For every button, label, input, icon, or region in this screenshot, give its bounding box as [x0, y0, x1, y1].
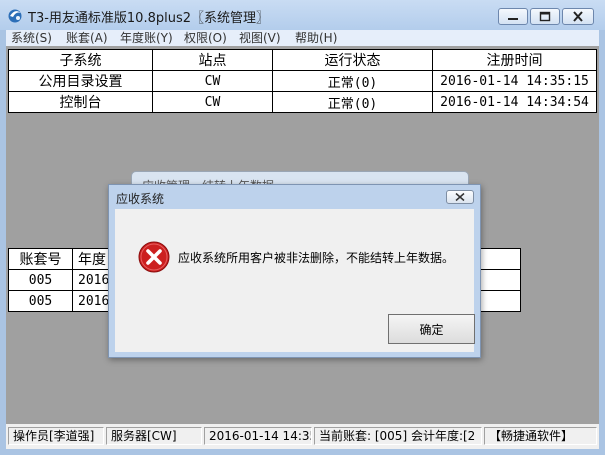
subsystem-name: 公用目录设置 [8, 70, 153, 92]
menu-system[interactable]: 系统(S) [11, 30, 52, 46]
error-icon [138, 241, 170, 273]
register-time: 2016-01-14 14:34:54 [432, 91, 597, 113]
column-header[interactable]: 子系统 [8, 49, 153, 71]
dialog-close-button[interactable] [446, 190, 474, 204]
dialog-title: 应收系统 [116, 192, 165, 206]
main-window: T3-用友通标准版10.8plus2〖系统管理〗 系统(S) 账套(A) 年度账… [0, 0, 605, 455]
error-dialog: 应收系统 应收系统所用客户被非法删除，不能结转上年数据。 确定 [108, 184, 481, 358]
status-server: 服务器[CW] [106, 427, 202, 445]
column-header[interactable]: 账套号 [8, 248, 73, 270]
menu-help[interactable]: 帮助(H) [295, 30, 337, 46]
close-icon [455, 192, 465, 202]
menu-view[interactable]: 视图(V) [239, 30, 281, 46]
app-logo-icon [8, 9, 22, 23]
menu-year-account[interactable]: 年度账(Y) [120, 30, 173, 46]
minimize-icon [508, 18, 518, 20]
subsystem-table: 子系统 站点 运行状态 注册时间 公用目录设置 CW 正常(0) 2016-01… [8, 49, 597, 113]
dialog-body: 应收系统所用客户被非法删除，不能结转上年数据。 确定 [115, 209, 475, 352]
window-title: T3-用友通标准版10.8plus2〖系统管理〗 [28, 11, 269, 26]
table-row[interactable]: 控制台 CW 正常(0) 2016-01-14 14:34:54 [8, 91, 597, 113]
site: CW [152, 70, 273, 92]
run-status: 正常(0) [272, 91, 433, 113]
account-number: 005 [8, 290, 73, 312]
status-operator: 操作员[李道强] [8, 427, 104, 445]
column-header[interactable]: 站点 [152, 49, 273, 71]
status-datetime: 2016-01-14 14:35 [204, 427, 312, 445]
restore-button[interactable] [530, 8, 560, 25]
title-bar[interactable]: T3-用友通标准版10.8plus2〖系统管理〗 [0, 0, 605, 30]
close-button[interactable] [562, 8, 594, 25]
status-bar: 操作员[李道强] 服务器[CW] 2016-01-14 14:35 当前账套: … [6, 424, 599, 449]
account-number: 005 [8, 269, 73, 291]
register-time: 2016-01-14 14:35:15 [432, 70, 597, 92]
minimize-button[interactable] [498, 8, 528, 25]
close-icon [573, 11, 583, 22]
menu-account[interactable]: 账套(A) [66, 30, 108, 46]
run-status: 正常(0) [272, 70, 433, 92]
menu-permission[interactable]: 权限(O) [184, 30, 227, 46]
subsystem-name: 控制台 [8, 91, 153, 113]
status-brand: 【畅捷通软件】 [484, 427, 597, 445]
menu-bar: 系统(S) 账套(A) 年度账(Y) 权限(O) 视图(V) 帮助(H) [6, 30, 599, 46]
site: CW [152, 91, 273, 113]
column-header[interactable]: 运行状态 [272, 49, 433, 71]
status-current-account: 当前账套: [005] 会计年度:[2 [314, 427, 482, 445]
table-row[interactable]: 公用目录设置 CW 正常(0) 2016-01-14 14:35:15 [8, 70, 597, 92]
error-message: 应收系统所用客户被非法删除，不能结转上年数据。 [178, 251, 455, 265]
restore-icon [539, 11, 551, 22]
table-header-row: 子系统 站点 运行状态 注册时间 [8, 49, 597, 71]
column-header[interactable]: 注册时间 [432, 49, 597, 71]
ok-button[interactable]: 确定 [388, 314, 475, 344]
